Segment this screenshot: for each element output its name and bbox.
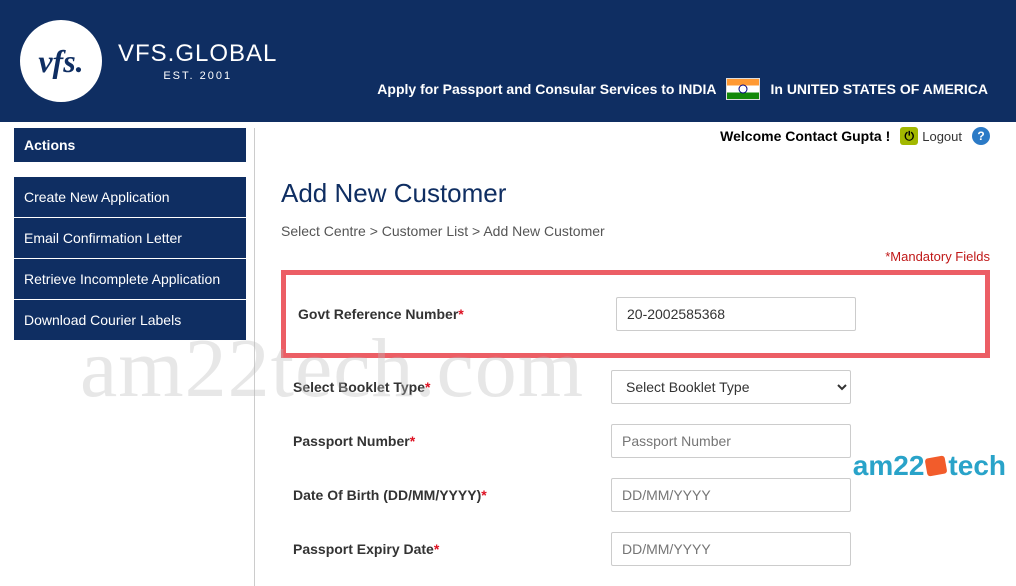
main-content: Welcome Contact Gupta ! ⏻ Logout ? Add N… [254,128,1016,586]
welcome-text: Welcome Contact Gupta ! [720,128,890,144]
logout-label: Logout [922,129,962,144]
apply-prefix: Apply for Passport and Consular Services… [377,81,716,97]
highlight-box: Govt Reference Number* [281,270,990,358]
logout-button[interactable]: ⏻ Logout [900,127,962,145]
india-flag-icon [726,78,760,100]
brand-block: VFS.GLOBAL EST. 2001 [118,40,277,82]
expiry-input[interactable] [611,532,851,566]
sidebar: Actions Create New Application Email Con… [0,128,246,586]
sidebar-item-label: Create New Application [24,189,170,205]
govt-ref-label: Govt Reference Number* [286,306,616,322]
brand-est: EST. 2001 [118,70,277,82]
sidebar-item-email-confirmation[interactable]: Email Confirmation Letter [14,218,246,259]
sidebar-item-label: Email Confirmation Letter [24,230,182,246]
breadcrumb: Select Centre > Customer List > Add New … [281,223,990,239]
mandatory-note: *Mandatory Fields [281,249,990,264]
sidebar-item-download-courier[interactable]: Download Courier Labels [14,300,246,341]
sidebar-item-label: Retrieve Incomplete Application [24,271,220,287]
sidebar-header: Actions [14,128,246,163]
passport-input[interactable] [611,424,851,458]
dob-input[interactable] [611,478,851,512]
booklet-label: Select Booklet Type* [281,379,611,395]
expiry-label: Passport Expiry Date* [281,541,611,557]
brand-logo: vfs. [20,20,102,102]
power-icon: ⏻ [900,127,918,145]
sidebar-item-label: Download Courier Labels [24,312,181,328]
sidebar-item-retrieve-incomplete[interactable]: Retrieve Incomplete Application [14,259,246,300]
app-header: vfs. VFS.GLOBAL EST. 2001 Apply for Pass… [0,0,1016,122]
help-icon[interactable]: ? [972,127,990,145]
brand-logo-text: vfs. [38,43,83,80]
booklet-select[interactable]: Select Booklet Type [611,370,851,404]
sidebar-item-create-application[interactable]: Create New Application [14,177,246,218]
apply-suffix: In UNITED STATES OF AMERICA [770,81,988,97]
dob-label: Date Of Birth (DD/MM/YYYY)* [281,487,611,503]
brand-name: VFS.GLOBAL [118,40,277,68]
page-title: Add New Customer [281,178,990,209]
passport-label: Passport Number* [281,433,611,449]
top-line: Welcome Contact Gupta ! ⏻ Logout ? [720,127,990,145]
apply-line: Apply for Passport and Consular Services… [377,78,988,100]
govt-ref-input[interactable] [616,297,856,331]
